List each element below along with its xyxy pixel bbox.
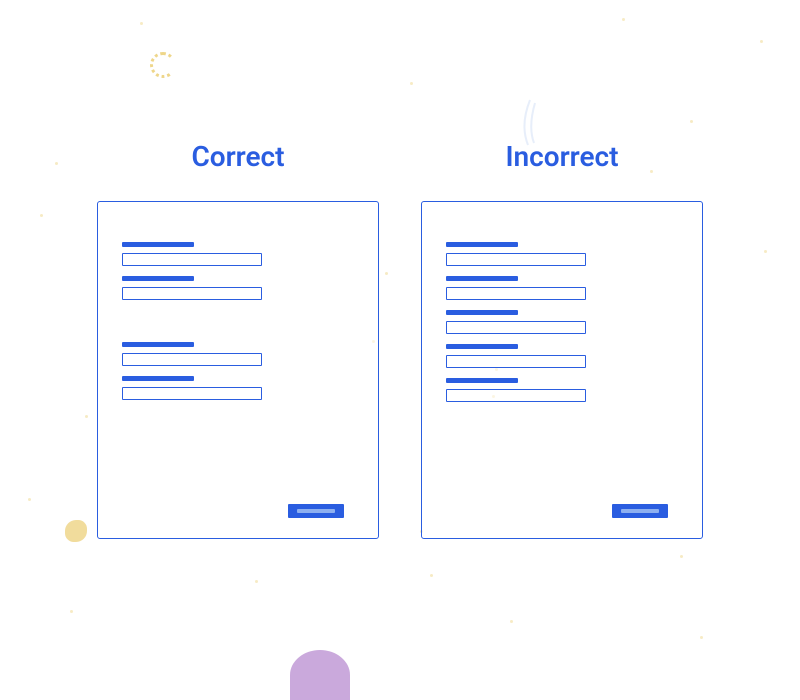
- form-field: [122, 276, 354, 300]
- field-label-placeholder: [446, 344, 518, 349]
- field-input-placeholder: [446, 389, 586, 402]
- field-label-placeholder: [446, 378, 518, 383]
- field-input-placeholder: [122, 287, 262, 300]
- form-field: [122, 342, 354, 366]
- correct-column: Correct: [97, 140, 379, 539]
- comparison-container: Correct Incorrect: [0, 0, 800, 539]
- field-label-placeholder: [122, 242, 194, 247]
- button-label-placeholder: [621, 509, 659, 513]
- incorrect-column: Incorrect: [421, 140, 703, 539]
- form-field: [446, 378, 678, 402]
- incorrect-form-panel: [421, 201, 703, 539]
- field-label-placeholder: [446, 310, 518, 315]
- correct-form-panel: [97, 201, 379, 539]
- form-field: [446, 242, 678, 266]
- field-label-placeholder: [446, 242, 518, 247]
- field-input-placeholder: [122, 253, 262, 266]
- field-label-placeholder: [122, 342, 194, 347]
- submit-button-placeholder: [612, 504, 668, 518]
- decorative-c-shape: [150, 52, 176, 78]
- button-label-placeholder: [297, 509, 335, 513]
- field-label-placeholder: [122, 276, 194, 281]
- field-input-placeholder: [122, 353, 262, 366]
- field-input-placeholder: [446, 355, 586, 368]
- field-input-placeholder: [446, 287, 586, 300]
- correct-heading: Correct: [191, 140, 284, 173]
- decorative-purple-circle: [290, 650, 350, 700]
- field-label-placeholder: [446, 276, 518, 281]
- form-field: [446, 344, 678, 368]
- form-field: [446, 276, 678, 300]
- field-label-placeholder: [122, 376, 194, 381]
- field-input-placeholder: [446, 253, 586, 266]
- field-input-placeholder: [446, 321, 586, 334]
- form-field: [446, 310, 678, 334]
- form-field: [122, 376, 354, 400]
- decorative-leaf-shape: [510, 95, 550, 150]
- decorative-yellow-blob: [65, 520, 87, 542]
- field-input-placeholder: [122, 387, 262, 400]
- form-field: [122, 242, 354, 266]
- submit-button-placeholder: [288, 504, 344, 518]
